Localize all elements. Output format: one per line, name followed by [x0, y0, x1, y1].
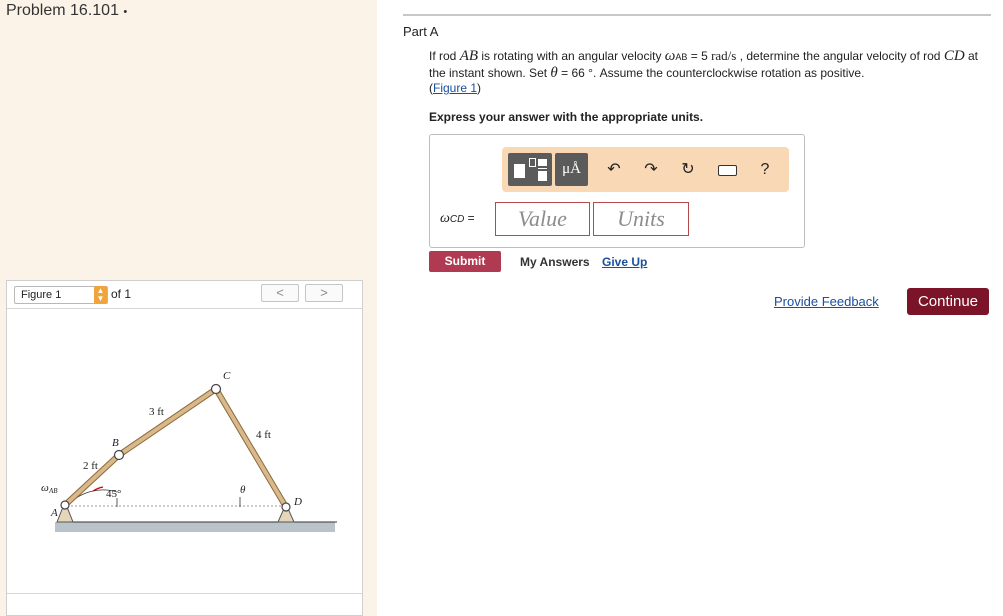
- answer-label: ωCD =: [440, 211, 475, 227]
- select-arrows-icon: ▲ ▼: [94, 286, 107, 304]
- figure-select-value: Figure 1: [21, 289, 62, 301]
- label-c: C: [223, 370, 231, 382]
- redo-icon[interactable]: ↷: [640, 159, 662, 181]
- pin-a: [60, 500, 70, 510]
- undo-icon[interactable]: ↶: [603, 159, 625, 181]
- problem-title-text: Problem 16.101: [6, 2, 119, 19]
- mechanism-diagram: C B A D 3 ft 4 ft 2 ft 45° θ ω AB: [41, 370, 337, 532]
- answer-sub: CD: [449, 214, 465, 225]
- divider: [403, 14, 991, 16]
- q-omega: ω: [664, 48, 676, 64]
- label-a: A: [50, 507, 58, 519]
- answer-omega: ω: [440, 211, 450, 226]
- label-omega: ω: [41, 482, 49, 494]
- label-length-ab: 2 ft: [83, 460, 98, 472]
- q-theta: θ: [550, 64, 558, 81]
- question-text: If rod AB is rotating with an angular ve…: [429, 48, 989, 97]
- q-paren-close: ): [477, 81, 482, 95]
- pin-c: [210, 383, 222, 395]
- units-button[interactable]: μÅ: [555, 153, 588, 186]
- submit-button[interactable]: Submit: [429, 251, 501, 272]
- q-rod-ab: AB: [459, 48, 479, 64]
- label-theta: θ: [240, 484, 246, 496]
- templates-button[interactable]: [508, 153, 552, 186]
- template-small-box-icon: [529, 158, 536, 167]
- q-rod-cd: CD: [943, 48, 965, 64]
- template-frac-bar-icon: [538, 168, 547, 169]
- give-up-link[interactable]: Give Up: [602, 255, 647, 269]
- math-toolbar: μÅ ↶ ↷ ↻ ?: [502, 147, 789, 192]
- prev-figure-button[interactable]: <: [261, 284, 299, 302]
- next-figure-button[interactable]: >: [305, 284, 343, 302]
- figure-box: Figure 1 ▲ ▼ of 1 < > C B A D 3 ft 4 ft …: [6, 280, 363, 616]
- pin-d: [281, 502, 291, 512]
- problem-bullet: •: [123, 6, 128, 18]
- template-frac-bottom-icon: [538, 171, 547, 181]
- q-text-1: If rod: [429, 49, 460, 63]
- q-text-3: = 5: [687, 49, 712, 63]
- answer-eq: =: [464, 211, 475, 225]
- label-d: D: [293, 496, 302, 508]
- figure-toolbar: Figure 1 ▲ ▼ of 1 < >: [7, 281, 362, 309]
- q-omega-sub: AB: [675, 52, 688, 62]
- label-length-cd: 4 ft: [256, 429, 271, 441]
- my-answers-link[interactable]: My Answers: [520, 255, 590, 269]
- help-button[interactable]: ?: [754, 159, 776, 181]
- q-unit: rad/s: [711, 48, 737, 63]
- left-panel: Problem 16.101 • Figure 1 ▲ ▼ of 1 < > C…: [0, 0, 377, 616]
- q-text-2: is rotating with an angular velocity: [478, 49, 665, 63]
- q-text-6: = 66 °. Assume the counterclockwise rota…: [557, 65, 865, 80]
- q-text-4: , determine the angular velocity of rod: [736, 49, 944, 63]
- reset-icon[interactable]: ↻: [677, 159, 699, 181]
- figure-select[interactable]: Figure 1 ▲ ▼: [14, 286, 108, 304]
- label-omega-sub: AB: [48, 487, 58, 495]
- answer-box: μÅ ↶ ↷ ↻ ? ωCD = Value Units: [429, 134, 805, 248]
- value-input[interactable]: Value: [495, 202, 590, 236]
- figure-count: of 1: [111, 287, 132, 301]
- label-length-bc: 3 ft: [149, 406, 164, 418]
- rod-bc: [117, 387, 218, 457]
- problem-title: Problem 16.101 •: [6, 2, 127, 20]
- part-title: Part A: [403, 24, 439, 39]
- instruction-text: Express your answer with the appropriate…: [429, 110, 704, 124]
- pin-b: [113, 449, 125, 461]
- ground-hatch: [55, 522, 335, 532]
- template-block-icon: [514, 164, 525, 178]
- continue-button[interactable]: Continue: [907, 288, 989, 315]
- provide-feedback-link[interactable]: Provide Feedback: [774, 294, 879, 309]
- figure-footer: [7, 593, 362, 615]
- figure-link[interactable]: Figure 1: [433, 81, 477, 95]
- label-angle-45: 45°: [106, 488, 121, 500]
- units-input[interactable]: Units: [593, 202, 689, 236]
- label-b: B: [112, 437, 119, 449]
- rod-cd: [214, 387, 288, 509]
- template-frac-top-icon: [538, 159, 547, 166]
- keyboard-icon[interactable]: [716, 159, 738, 181]
